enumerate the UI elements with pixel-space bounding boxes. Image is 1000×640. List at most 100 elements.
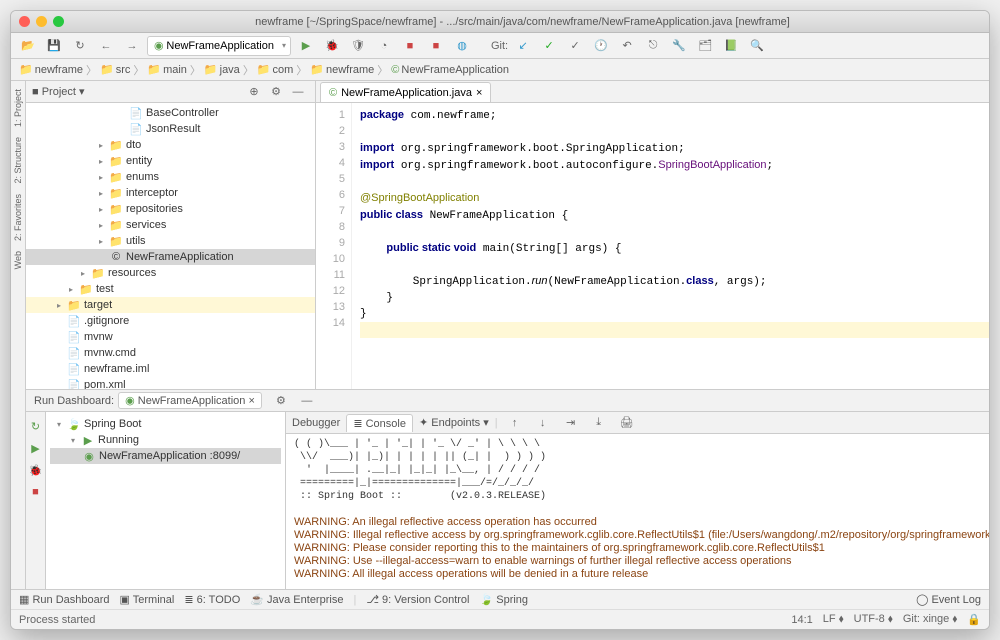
print-icon[interactable]: 🖨 [616, 413, 638, 433]
down-icon[interactable]: ↓ [532, 413, 554, 433]
footer-event-log[interactable]: ◯ Event Log [916, 593, 981, 606]
sync-icon[interactable]: ↻ [69, 36, 91, 56]
footer-spring[interactable]: 🍃 Spring [479, 593, 528, 606]
tree-node[interactable]: ▸📁test [26, 281, 315, 297]
minimize-icon[interactable] [36, 16, 47, 27]
footer-todo[interactable]: ≣ 6: TODO [184, 593, 240, 606]
main-area: 1: Project 2: Structure 2: Favorites Web… [11, 81, 989, 589]
tab-endpoints[interactable]: ✦ Endpoints ▾ [419, 416, 489, 429]
search-icon[interactable]: 🔍 [746, 36, 768, 56]
console-output[interactable]: ( ( )\___ | '_ | '_| | '_ \/ _' | \ \ \ … [286, 434, 989, 589]
sidebar-web[interactable]: Web [11, 247, 25, 273]
run-config-label: NewFrameApplication [166, 40, 274, 52]
code-body[interactable]: package com.newframe; import org.springf… [352, 103, 989, 389]
sidebar-project[interactable]: 1: Project [11, 85, 25, 131]
stop-icon[interactable]: ■ [26, 482, 47, 502]
breadcrumb: 📁newframe〉 📁src〉 📁main〉 📁java〉 📁com〉 📁ne… [11, 59, 989, 81]
window-title: newframe [~/SpringSpace/newframe] - .../… [64, 16, 981, 28]
coverage-icon[interactable]: 🛡 [347, 36, 369, 56]
main-toolbar: 📂 💾 ↻ ← → ◉ NewFrameApplication ▶ 🐞 🛡 ◔ … [11, 33, 989, 59]
tree-node[interactable]: 📄pom.xml [26, 377, 315, 389]
bc-item[interactable]: 📁java [204, 63, 240, 76]
debug-icon[interactable]: 🐞 [26, 460, 47, 480]
bc-item[interactable]: 📁src [100, 63, 130, 76]
footer-terminal[interactable]: ▣ Terminal [120, 593, 175, 606]
editor-tab[interactable]: ©NewFrameApplication.java× [320, 82, 491, 102]
scroll-icon[interactable]: ⤓ [588, 413, 610, 433]
code-editor[interactable]: 1234567891011121314 package com.newframe… [316, 103, 989, 389]
editor-area: ©NewFrameApplication.java× 1234567891011… [316, 81, 989, 389]
bc-item[interactable]: 📁com [257, 63, 293, 76]
project-structure-icon[interactable]: 🗂 [694, 36, 716, 56]
vcs-branch-icon[interactable]: ⎋ [642, 36, 664, 56]
vcs-update-icon[interactable]: ↙ [512, 36, 534, 56]
tree-node[interactable]: ▸📁resources [26, 265, 315, 281]
fwd-icon[interactable]: → [121, 36, 143, 56]
footer-run-dashboard[interactable]: ▦ Run Dashboard [19, 593, 110, 606]
open-icon[interactable]: 📂 [17, 36, 39, 56]
run-config-tab[interactable]: ◉ NewFrameApplication × [118, 392, 262, 409]
run-icon[interactable]: ▶ [26, 438, 47, 458]
sidebar-structure[interactable]: 2: Structure [11, 133, 25, 188]
back-icon[interactable]: ← [95, 36, 117, 56]
bc-item[interactable]: ©NewFrameApplication [391, 64, 509, 76]
bc-item[interactable]: 📁newframe [19, 63, 83, 76]
tree-node[interactable]: ▸📁utils [26, 233, 315, 249]
vcs-commit-icon[interactable]: ✓ [538, 36, 560, 56]
tree-node[interactable]: 📄JsonResult [26, 121, 315, 137]
stop-all-icon[interactable]: ■ [425, 36, 447, 56]
update-icon[interactable]: ◍ [451, 36, 473, 56]
sdk-icon[interactable]: 📗 [720, 36, 742, 56]
tab-debugger[interactable]: Debugger [292, 417, 340, 429]
run-tree[interactable]: ▾🍃Spring Boot ▾▶Running ◉NewFrameApplica… [46, 412, 286, 589]
rerun-icon[interactable]: ↻ [26, 416, 47, 436]
tree-node[interactable]: 📄mvnw [26, 329, 315, 345]
run-config-dropdown[interactable]: ◉ NewFrameApplication [147, 36, 291, 56]
maximize-icon[interactable] [53, 16, 64, 27]
vcs-compare-icon[interactable]: ✓ [564, 36, 586, 56]
tree-node[interactable]: ▸📁repositories [26, 201, 315, 217]
run-title: Run Dashboard: [34, 395, 114, 407]
console-area: Debugger ≣ Console ✦ Endpoints ▾ | ↑ ↓ ⇥… [286, 412, 989, 589]
footer-vcs[interactable]: ⎇ 9: Version Control [366, 593, 469, 606]
vcs-history-icon[interactable]: 🕐 [590, 36, 612, 56]
run-item[interactable]: NewFrameApplication :8099/ [99, 450, 240, 462]
run-status: Running [98, 434, 139, 446]
up-icon[interactable]: ↑ [504, 413, 526, 433]
save-icon[interactable]: 💾 [43, 36, 65, 56]
collapse-all-icon[interactable]: ⊕ [243, 82, 265, 102]
bc-item[interactable]: 📁newframe [310, 63, 374, 76]
gear-icon[interactable]: ⚙ [270, 391, 292, 411]
settings-icon[interactable]: 🔧 [668, 36, 690, 56]
tree-node[interactable]: ▸📁target [26, 297, 315, 313]
tree-node[interactable]: ©NewFrameApplication [26, 249, 315, 265]
project-tree[interactable]: 📄BaseController📄JsonResult▸📁dto▸📁entity▸… [26, 103, 315, 389]
tree-node[interactable]: ▸📁entity [26, 153, 315, 169]
stop-icon[interactable]: ■ [399, 36, 421, 56]
console-tabs: Debugger ≣ Console ✦ Endpoints ▾ | ↑ ↓ ⇥… [286, 412, 989, 434]
tree-node[interactable]: 📄.gitignore [26, 313, 315, 329]
center-area: ■ Project ▾ ⊕ ⚙ — 📄BaseController📄JsonRe… [26, 81, 989, 589]
bc-item[interactable]: 📁main [147, 63, 187, 76]
hide-icon[interactable]: — [287, 82, 309, 102]
gear-icon[interactable]: ⚙ [265, 82, 287, 102]
tab-console[interactable]: ≣ Console [346, 414, 413, 432]
tree-node[interactable]: ▸📁interceptor [26, 185, 315, 201]
tree-node[interactable]: ▸📁dto [26, 137, 315, 153]
close-icon[interactable]: × [476, 87, 482, 99]
run-icon[interactable]: ▶ [295, 36, 317, 56]
tree-node[interactable]: 📄BaseController [26, 105, 315, 121]
tree-node[interactable]: 📄mvnw.cmd [26, 345, 315, 361]
close-icon[interactable] [19, 16, 30, 27]
tree-node[interactable]: ▸📁services [26, 217, 315, 233]
tree-node[interactable]: ▸📁enums [26, 169, 315, 185]
profile-icon[interactable]: ◔ [373, 36, 395, 56]
hide-icon[interactable]: — [296, 391, 318, 411]
debug-icon[interactable]: 🐞 [321, 36, 343, 56]
sidebar-favorites[interactable]: 2: Favorites [11, 190, 25, 245]
footer-java-ee[interactable]: ☕ Java Enterprise [250, 593, 343, 606]
vcs-rollback-icon[interactable]: ↶ [616, 36, 638, 56]
tree-node[interactable]: 📄newframe.iml [26, 361, 315, 377]
wrap-icon[interactable]: ⇥ [560, 413, 582, 433]
project-title: Project [42, 86, 76, 98]
